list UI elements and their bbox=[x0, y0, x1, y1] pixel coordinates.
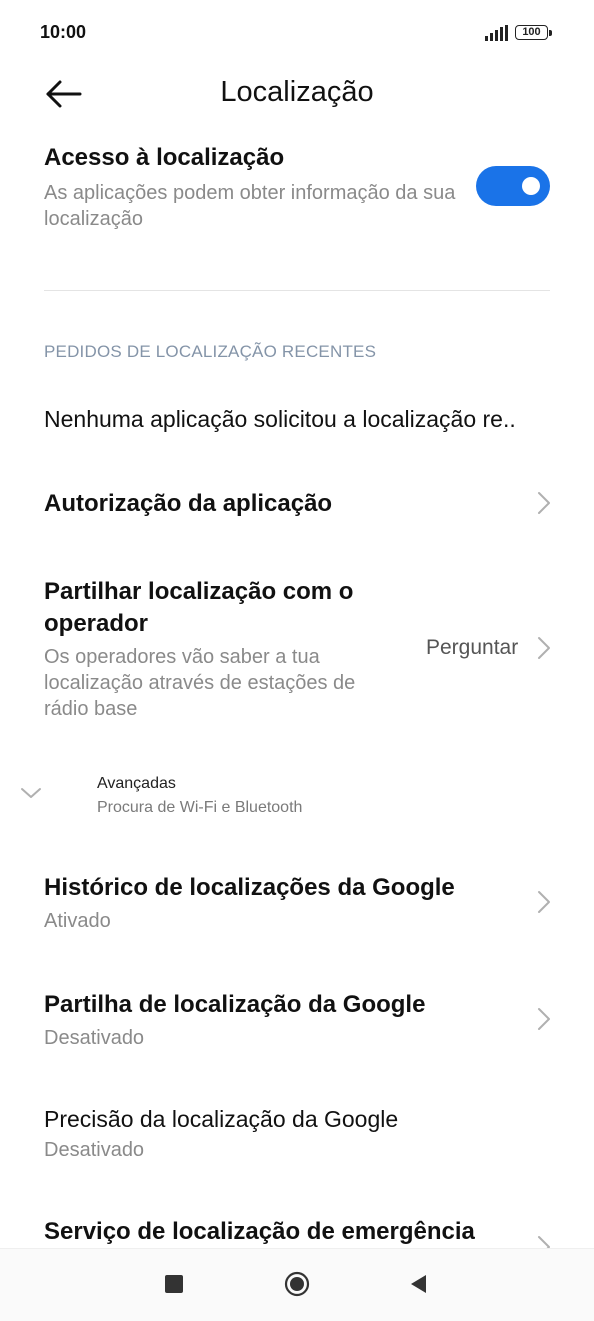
back-triangle-icon[interactable] bbox=[408, 1273, 428, 1295]
operator-sharing-subtitle: Os operadores vão saber a tua localizaçã… bbox=[44, 646, 356, 720]
operator-sharing-title: Partilhar localização com o operador bbox=[44, 578, 354, 637]
advanced-subtitle: Procura de Wi-Fi e Bluetooth bbox=[97, 799, 303, 816]
google-history-title: Histórico de localizações da Google bbox=[44, 874, 455, 901]
location-access-title: Acesso à localização bbox=[44, 144, 285, 171]
operator-sharing-value: Perguntar bbox=[426, 636, 519, 659]
battery-icon: 100 bbox=[515, 25, 548, 40]
status-time: 10:00 bbox=[40, 22, 87, 42]
google-accuracy-title: Precisão da localização da Google bbox=[44, 1106, 399, 1132]
google-history-row[interactable]: Histórico de localizações da Google Ativ… bbox=[0, 860, 594, 944]
page-title: Localização bbox=[220, 76, 374, 108]
google-sharing-title: Partilha de localização da Google bbox=[44, 991, 426, 1018]
chevron-down-icon bbox=[21, 788, 41, 798]
advanced-row[interactable]: Avançadas Procura de Wi-Fi e Bluetooth bbox=[0, 764, 594, 830]
section-header-recent-requests: PEDIDOS DE LOCALIZAÇÃO RECENTES bbox=[44, 342, 377, 361]
operator-sharing-row[interactable]: Partilhar localização com o operador Os … bbox=[0, 566, 594, 728]
home-circle-icon[interactable] bbox=[284, 1271, 310, 1297]
location-access-subtitle: As aplicações podem obter informação da … bbox=[44, 182, 456, 230]
emergency-service-row[interactable]: Serviço de localização de emergência bbox=[0, 1206, 594, 1248]
location-access-toggle[interactable] bbox=[476, 166, 550, 206]
divider bbox=[44, 290, 550, 291]
google-sharing-row[interactable]: Partilha de localização da Google Desati… bbox=[0, 978, 594, 1062]
emergency-service-title: Serviço de localização de emergência bbox=[44, 1218, 475, 1245]
google-accuracy-status: Desativado bbox=[44, 1139, 145, 1161]
battery-tip bbox=[549, 30, 552, 36]
advanced-title: Avançadas bbox=[97, 775, 176, 792]
chevron-right-icon bbox=[538, 1236, 550, 1248]
chevron-right-icon bbox=[538, 1008, 550, 1030]
recents-square-icon[interactable] bbox=[165, 1275, 183, 1293]
chevron-right-icon bbox=[538, 637, 550, 659]
recent-requests-empty-text: Nenhuma aplicação solicitou a localizaçã… bbox=[44, 406, 516, 432]
signal-icon bbox=[485, 25, 508, 41]
chevron-right-icon bbox=[538, 492, 550, 514]
google-sharing-status: Desativado bbox=[44, 1027, 145, 1049]
app-authorization-row[interactable]: Autorização da aplicação bbox=[0, 470, 594, 536]
google-accuracy-row[interactable]: Precisão da localização da Google Desati… bbox=[0, 1092, 594, 1172]
toggle-knob bbox=[522, 177, 540, 195]
chevron-right-icon bbox=[538, 891, 550, 913]
google-history-status: Ativado bbox=[44, 910, 111, 932]
app-authorization-title: Autorização da aplicação bbox=[44, 490, 333, 517]
